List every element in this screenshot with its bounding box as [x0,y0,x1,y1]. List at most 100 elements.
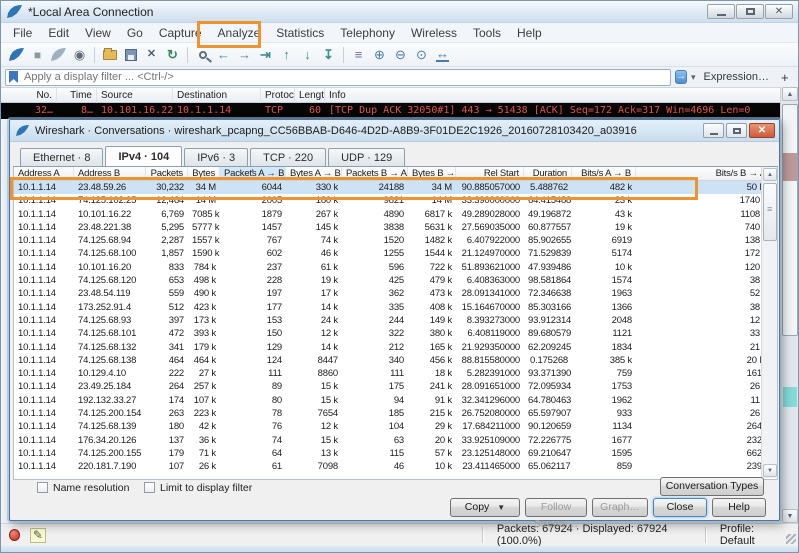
tab-udp[interactable]: UDP · 129 [328,148,405,167]
menu-analyze[interactable]: Analyze [210,26,269,40]
close-button[interactable]: ✕ [765,4,793,19]
display-filter-input[interactable] [22,70,667,84]
scrollbar-thumb[interactable] [763,183,777,241]
column-header-bits-s-b-a[interactable]: Bits/s B → A [636,167,777,180]
menu-help[interactable]: Help [509,26,550,40]
packet-column-protoc[interactable]: Protoc [261,88,295,104]
menu-edit[interactable]: Edit [40,26,77,40]
capture-options-button[interactable]: ◉ [69,45,90,65]
column-header-rel-start[interactable]: Rel Start [456,167,524,180]
start-capture-button[interactable] [6,45,27,65]
column-header-bytes-a-b[interactable]: Bytes A → B [286,167,342,180]
menu-statistics[interactable]: Statistics [268,26,332,40]
scroll-up-icon[interactable]: ▲ [782,87,798,101]
packet-row[interactable]: 32…8…10.101.16.2210.1.1.14TCP60[TCP Dup … [1,103,782,119]
conversation-row[interactable]: 10.1.1.1474.125.68.13918042 k7612 k10429… [14,420,777,433]
conversation-row[interactable]: 10.1.1.14220.181.7.19010726 k6170984610 … [14,460,777,473]
tab-ipv4[interactable]: IPv4 · 104 [105,146,182,167]
display-filter-box[interactable] [5,69,671,86]
dialog-maximize-button[interactable] [726,123,747,138]
conversation-row[interactable]: 10.1.1.1474.125.200.15517971 k6413 k1155… [14,447,777,460]
scroll-down-icon[interactable]: ▼ [782,509,798,523]
menu-capture[interactable]: Capture [151,26,210,40]
go-forward-button[interactable]: → [234,45,255,65]
menu-go[interactable]: Go [119,26,151,40]
auto-scroll-button[interactable]: ↧ [318,45,339,65]
conversation-row[interactable]: 10.1.1.1474.125.68.101472393 k15012 k322… [14,327,777,340]
conversation-row[interactable]: 10.1.1.1474.125.68.138464464 k1248447340… [14,354,777,367]
go-to-packet-button[interactable]: ⇥ [255,45,276,65]
find-packet-button[interactable] [192,45,213,65]
name-resolution-checkbox[interactable]: Name resolution [37,481,129,494]
dialog-close-button[interactable]: ✕ [749,123,775,138]
conversation-row[interactable]: 10.1.1.1410.101.16.226,7697085 k1879267 … [14,208,777,221]
conversation-row[interactable]: 10.1.1.1474.125.102.2512,46414 M2005180 … [14,194,777,207]
minimize-button[interactable] [707,4,735,19]
bookmark-icon[interactable] [9,71,18,83]
menu-view[interactable]: View [77,26,119,40]
expression-button[interactable]: Expression… [704,71,769,83]
scrollbar-thumb[interactable] [782,104,798,336]
capture-comment-icon[interactable]: ✎ [30,528,46,543]
checkbox-icon[interactable] [144,482,155,493]
checkbox-icon[interactable] [37,482,48,493]
zoom-100-button[interactable]: ⊙ [411,45,432,65]
scroll-up-icon[interactable]: ▲ [763,168,777,181]
stop-capture-button[interactable]: ■ [27,45,48,65]
table-scrollbar[interactable]: ▲ ▼ [761,167,777,478]
maximize-button[interactable] [736,4,764,19]
column-header-packets[interactable]: Packets [146,167,188,180]
conversation-row[interactable]: 10.1.1.1410.129.4.1022227 k111886011118 … [14,367,777,380]
copy-button[interactable]: Copy▼ [450,498,520,517]
packet-column-no[interactable]: No. [1,88,57,104]
conversation-row[interactable]: 10.1.1.1474.125.68.132341179 k12914 k212… [14,341,777,354]
column-header-packets-b-a[interactable]: Packets B → A [342,167,408,180]
save-file-button[interactable] [120,45,141,65]
tab-ipv6[interactable]: IPv6 · 3 [184,148,248,167]
limit-to-display-filter-checkbox[interactable]: Limit to display filter [144,481,252,494]
menu-telephony[interactable]: Telephony [332,26,403,40]
profile-text[interactable]: Profile: Default [720,523,784,547]
conversation-row[interactable]: 10.1.1.14192.132.33.27174107 k8015 k9491… [14,394,777,407]
conversation-row[interactable]: 10.1.1.1474.125.68.120653498 k22819 k425… [14,274,777,287]
close-file-button[interactable]: ✕ [141,45,162,65]
zoom-in-button[interactable]: ⊕ [369,45,390,65]
packet-column-info[interactable]: Info [325,88,782,104]
conversation-row[interactable]: 10.1.1.1423.48.54.119559490 k19717 k3624… [14,287,777,300]
zoom-out-button[interactable]: ⊖ [390,45,411,65]
conversation-row[interactable]: 10.1.1.1474.125.68.1001,8571590 k60246 k… [14,247,777,260]
scroll-down-icon[interactable]: ▼ [763,464,777,477]
menu-tools[interactable]: Tools [465,26,509,40]
conversation-row[interactable]: 10.1.1.1474.125.200.154263223 k787654185… [14,407,777,420]
expert-info-icon[interactable] [9,529,20,541]
column-header-address-a[interactable]: Address A [14,167,74,180]
menu-file[interactable]: File [5,26,40,40]
packet-column-lengt[interactable]: Lengt [295,88,325,104]
packet-list-scrollbar[interactable]: ▲ ▼ [780,87,798,523]
go-back-button[interactable]: ← [213,45,234,65]
tab-tcp[interactable]: TCP · 220 [250,148,326,167]
apply-filter-button[interactable]: → [675,70,687,84]
close-dialog-button[interactable]: Close [653,498,707,517]
graph-button[interactable]: Graph… [592,498,648,517]
add-filter-button[interactable]: + [781,70,789,85]
help-button[interactable]: Help [712,498,766,517]
menu-wireless[interactable]: Wireless [403,26,465,40]
column-header-bytes-b-a[interactable]: Bytes B → A [408,167,456,180]
conversation-row[interactable]: 10.1.1.14176.34.20.12613736 k7415 k6320 … [14,434,777,447]
filter-dropdown-caret-icon[interactable]: ▾ [691,72,696,83]
column-header-address-b[interactable]: Address B [74,167,146,180]
open-file-button[interactable] [99,45,120,65]
column-header-bits-s-a-b[interactable]: Bits/s A → B [572,167,636,180]
conversation-row[interactable]: 10.1.1.1474.125.68.942,2871557 k76774 k1… [14,234,777,247]
go-up-button[interactable]: ↑ [276,45,297,65]
reload-file-button[interactable]: ↻ [162,45,183,65]
column-header-duration[interactable]: Duration [524,167,572,180]
conversation-types-button[interactable]: Conversation Types [660,477,764,496]
column-header-packets-a-b[interactable]: Packets A → B [220,167,286,180]
packet-column-time[interactable]: Time [57,88,97,104]
conversation-row[interactable]: 10.1.1.1423.48.221.385,2955777 k1457145 … [14,221,777,234]
restart-capture-button[interactable] [48,45,69,65]
conversation-row[interactable]: 10.1.1.14173.252.91.4512423 k17714 k3354… [14,301,777,314]
conversation-row[interactable]: 10.1.1.1423.49.25.184264257 k8915 k17524… [14,380,777,393]
